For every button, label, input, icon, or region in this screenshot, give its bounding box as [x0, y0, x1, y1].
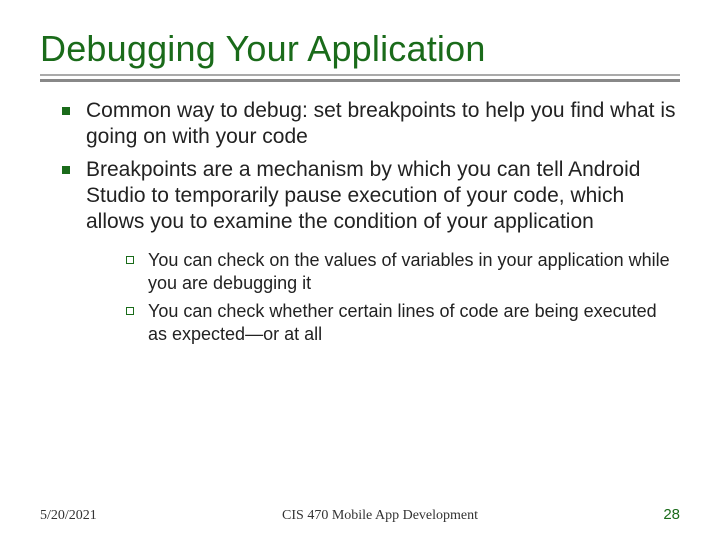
bullet-list: Common way to debug: set breakpoints to … — [40, 98, 680, 357]
slide: Debugging Your Application Common way to… — [0, 0, 720, 540]
sub-bullet-text: You can check whether certain lines of c… — [148, 301, 657, 344]
sub-bullet-item: You can check on the values of variables… — [126, 249, 680, 300]
footer-course: CIS 470 Mobile App Development — [97, 508, 664, 524]
bullet-text: Breakpoints are a mechanism by which you… — [86, 158, 640, 234]
slide-title: Debugging Your Application — [40, 28, 680, 70]
title-rule — [40, 74, 680, 82]
footer-date: 5/20/2021 — [40, 508, 97, 524]
sub-bullet-list: You can check on the values of variables… — [86, 249, 680, 351]
footer-page-number: 28 — [663, 506, 680, 523]
bullet-item: Common way to debug: set breakpoints to … — [62, 98, 680, 157]
bullet-item: Breakpoints are a mechanism by which you… — [62, 157, 680, 358]
slide-footer: 5/20/2021 CIS 470 Mobile App Development… — [0, 506, 720, 524]
sub-bullet-item: You can check whether certain lines of c… — [126, 300, 680, 351]
sub-bullet-text: You can check on the values of variables… — [148, 250, 670, 293]
bullet-text: Common way to debug: set breakpoints to … — [86, 99, 676, 148]
